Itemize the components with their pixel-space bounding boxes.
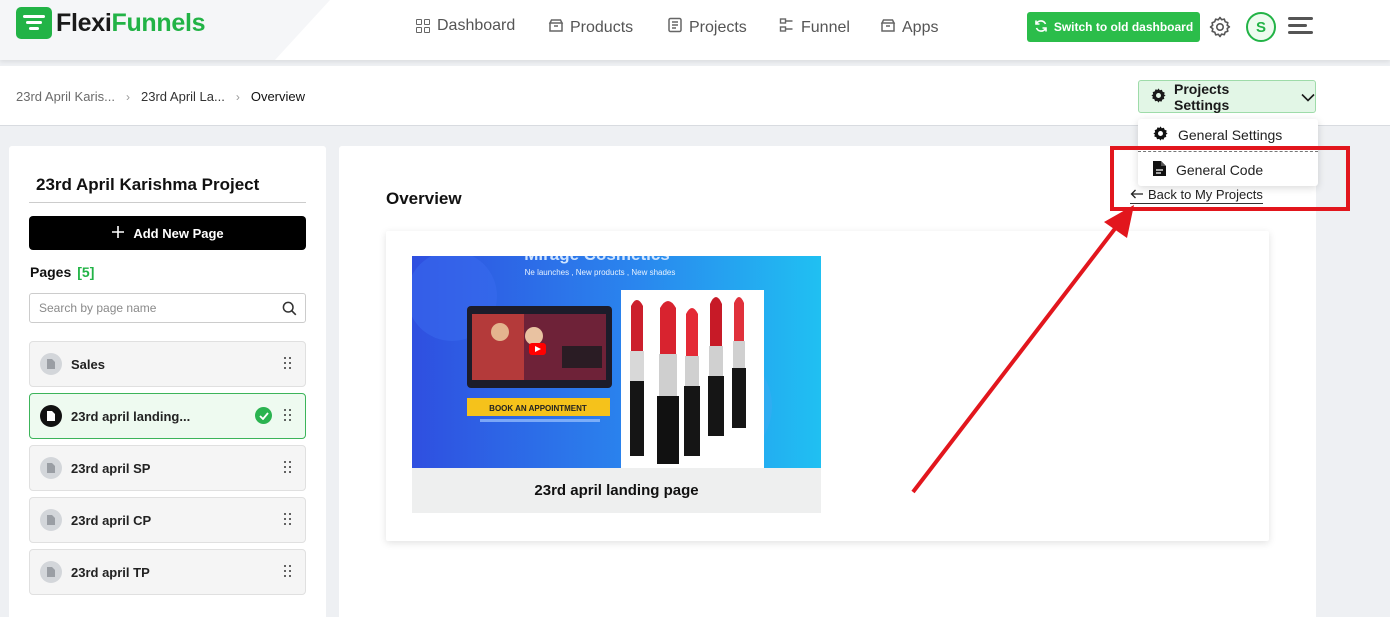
preview-headline: Mirage Cosmetics xyxy=(524,256,670,264)
breadcrumb-item-current: Overview xyxy=(250,89,306,104)
overview-panel: Overview Mirage Cosmetics Ne l xyxy=(339,146,1316,617)
pages-heading: Pages [5] xyxy=(30,264,94,280)
divider xyxy=(29,202,306,203)
page-document-icon xyxy=(40,405,62,427)
nav-projects-label: Projects xyxy=(689,18,747,36)
funnel-icon xyxy=(779,17,795,38)
preview-cta: BOOK AN APPOINTMENT xyxy=(489,404,587,413)
drag-handle-icon[interactable] xyxy=(284,461,292,475)
search-icon[interactable] xyxy=(282,301,297,321)
page-document-icon xyxy=(40,561,62,583)
page-list-item[interactable]: 23rd april TP xyxy=(29,549,306,595)
page-name: 23rd april CP xyxy=(71,512,152,528)
drag-handle-icon[interactable] xyxy=(284,409,292,423)
pages-count: [5] xyxy=(77,264,95,280)
dashboard-icon xyxy=(416,18,431,34)
projects-icon xyxy=(667,17,683,38)
gear-icon xyxy=(1150,87,1167,107)
pages-sidebar: 23rd April Karishma Project Add New Page… xyxy=(9,146,326,617)
projects-settings-label: Projects Settings xyxy=(1174,80,1230,113)
nav-dashboard[interactable]: Dashboard xyxy=(416,17,515,35)
breadcrumb: 23rd April Karis... › 23rd April La... ›… xyxy=(16,89,305,104)
page-search-input[interactable] xyxy=(39,300,269,316)
page-document-icon xyxy=(40,353,62,375)
refresh-icon xyxy=(1034,19,1048,36)
nav-projects[interactable]: Projects xyxy=(667,17,747,38)
page-list-item[interactable]: Sales xyxy=(29,341,306,387)
drag-handle-icon[interactable] xyxy=(284,565,292,579)
menu-item-general-settings-label: General Settings xyxy=(1178,127,1283,143)
page-list-item[interactable]: 23rd april SP xyxy=(29,445,306,491)
nav-funnel[interactable]: Funnel xyxy=(779,17,850,38)
apps-icon xyxy=(880,17,896,38)
logo-icon[interactable] xyxy=(16,7,52,39)
page-thumbnail[interactable]: Mirage Cosmetics Ne launches , New produ… xyxy=(412,256,821,513)
drag-handle-icon[interactable] xyxy=(284,513,292,527)
drag-handle-icon[interactable] xyxy=(284,357,292,371)
page-card-caption: 23rd april landing page xyxy=(534,482,699,499)
switch-old-dashboard-label: Switch to old dashboard xyxy=(1053,20,1194,34)
brand-name-part1: Flexi xyxy=(56,9,112,37)
settings-gear-icon[interactable] xyxy=(1208,15,1232,39)
nav-apps[interactable]: Apps xyxy=(880,17,938,38)
logo-area: FlexiFunnels xyxy=(0,0,330,60)
project-title: 23rd April Karishma Project xyxy=(36,175,260,194)
page-name: 23rd april landing... xyxy=(71,408,191,424)
check-circle-icon xyxy=(255,407,272,424)
chevron-right-icon: › xyxy=(126,89,130,104)
products-icon xyxy=(548,17,564,38)
gear-icon xyxy=(1152,125,1169,145)
chevron-down-icon xyxy=(1301,89,1315,105)
nav-apps-label: Apps xyxy=(902,18,939,36)
page-preview-card: Mirage Cosmetics Ne launches , New produ… xyxy=(386,231,1269,541)
page-list-item[interactable]: 23rd april CP xyxy=(29,497,306,543)
nav-funnel-label: Funnel xyxy=(801,18,850,36)
add-new-page-button[interactable]: Add New Page xyxy=(29,216,306,250)
overview-title: Overview xyxy=(386,189,462,208)
hamburger-menu-icon[interactable] xyxy=(1288,16,1313,36)
page-document-icon xyxy=(40,509,62,531)
page-name: 23rd april TP xyxy=(71,564,150,580)
plus-icon xyxy=(111,225,125,242)
switch-old-dashboard-button[interactable]: Switch to old dashboard xyxy=(1027,12,1200,42)
page-name: Sales xyxy=(71,356,105,372)
preview-subline: Ne launches , New products , New shades xyxy=(525,268,676,277)
page-name: 23rd april SP xyxy=(71,460,151,476)
page-document-icon xyxy=(40,457,62,479)
nav-products[interactable]: Products xyxy=(548,17,633,38)
breadcrumb-item-project[interactable]: 23rd April Karis... xyxy=(16,89,115,104)
add-new-page-label: Add New Page xyxy=(133,225,224,241)
landing-page-preview-image: Mirage Cosmetics Ne launches , New produ… xyxy=(412,256,821,468)
user-avatar[interactable]: S xyxy=(1246,12,1276,42)
pages-heading-label: Pages xyxy=(30,264,72,280)
page-list-item-active[interactable]: 23rd april landing... xyxy=(29,393,306,439)
page-search-box xyxy=(29,293,306,323)
chevron-right-icon: › xyxy=(235,89,240,104)
brand-name-part2: Funnels xyxy=(111,9,206,37)
nav-products-label: Products xyxy=(570,18,634,36)
nav-dashboard-label: Dashboard xyxy=(437,17,516,34)
top-nav-bar: FlexiFunnels Dashboard Products Projects… xyxy=(0,0,1390,60)
annotation-highlight-box xyxy=(1110,146,1350,211)
brand-logo-text[interactable]: FlexiFunnels xyxy=(56,9,206,38)
projects-settings-button[interactable]: Projects Settings xyxy=(1138,80,1316,113)
breadcrumb-item-funnel[interactable]: 23rd April La... xyxy=(141,89,225,104)
